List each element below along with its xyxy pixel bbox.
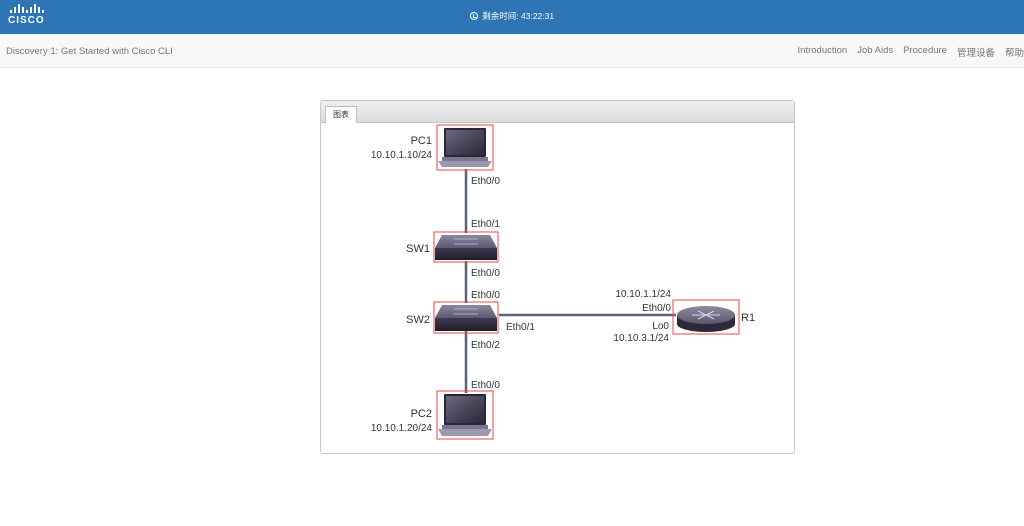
lab-title: Discovery 1: Get Started with Cisco CLI [6,46,173,57]
clock-icon [469,12,478,20]
sub-header: Discovery 1: Get Started with Cisco CLI … [0,34,1024,68]
timer-label: 剩余时间: [482,11,519,21]
remaining-time: 剩余时间: 43:22:31 [0,10,1024,22]
sw2-name: SW2 [406,314,430,326]
pc1-device[interactable] [436,124,494,171]
sw2-port-right: Eth0/1 [506,322,535,333]
sw1-device[interactable] [433,231,499,263]
pc1-ip: 10.10.1.10/24 [371,150,433,161]
sw1-name: SW1 [406,243,430,255]
lab-nav: Introduction Job Aids Procedure 管理设备 帮助 [788,45,1024,59]
nav-help[interactable]: 帮助 [1005,45,1024,59]
nav-job-aids[interactable]: Job Aids [857,45,893,59]
timer-value: 43:22:31 [521,11,555,21]
sw2-port-down: Eth0/2 [471,340,500,351]
top-bar: CISCO 剩余时间: 43:22:31 [0,0,1024,34]
topology-panel: 图表 PC1 10.10.1.10/24 Eth0/0 Eth0/1 SW1 E… [320,100,795,454]
r1-device[interactable] [672,299,740,335]
topology-diagram: PC1 10.10.1.10/24 Eth0/0 Eth0/1 SW1 Eth0… [371,124,755,440]
pc2-name: PC2 [411,408,432,420]
r1-lo-ip: 10.10.3.1/24 [613,333,669,344]
sw2-port-up: Eth0/0 [471,290,500,301]
r1-name: R1 [741,312,755,324]
sw1-port-up: Eth0/1 [471,219,500,230]
sw2-device[interactable] [433,301,499,334]
r1-lo-port: Lo0 [652,321,669,332]
pc2-ip: 10.10.1.20/24 [371,423,433,434]
nav-introduction[interactable]: Introduction [798,45,848,59]
r1-eth-ip: 10.10.1.1/24 [615,289,671,300]
nav-procedure[interactable]: Procedure [903,45,947,59]
r1-eth-port: Eth0/0 [642,303,671,314]
sw1-port-down: Eth0/0 [471,268,500,279]
pc1-port: Eth0/0 [471,176,500,187]
pc2-device[interactable] [436,390,494,440]
nav-manage-devices[interactable]: 管理设备 [957,45,995,59]
pc1-name: PC1 [411,135,432,147]
pc2-port: Eth0/0 [471,380,500,391]
